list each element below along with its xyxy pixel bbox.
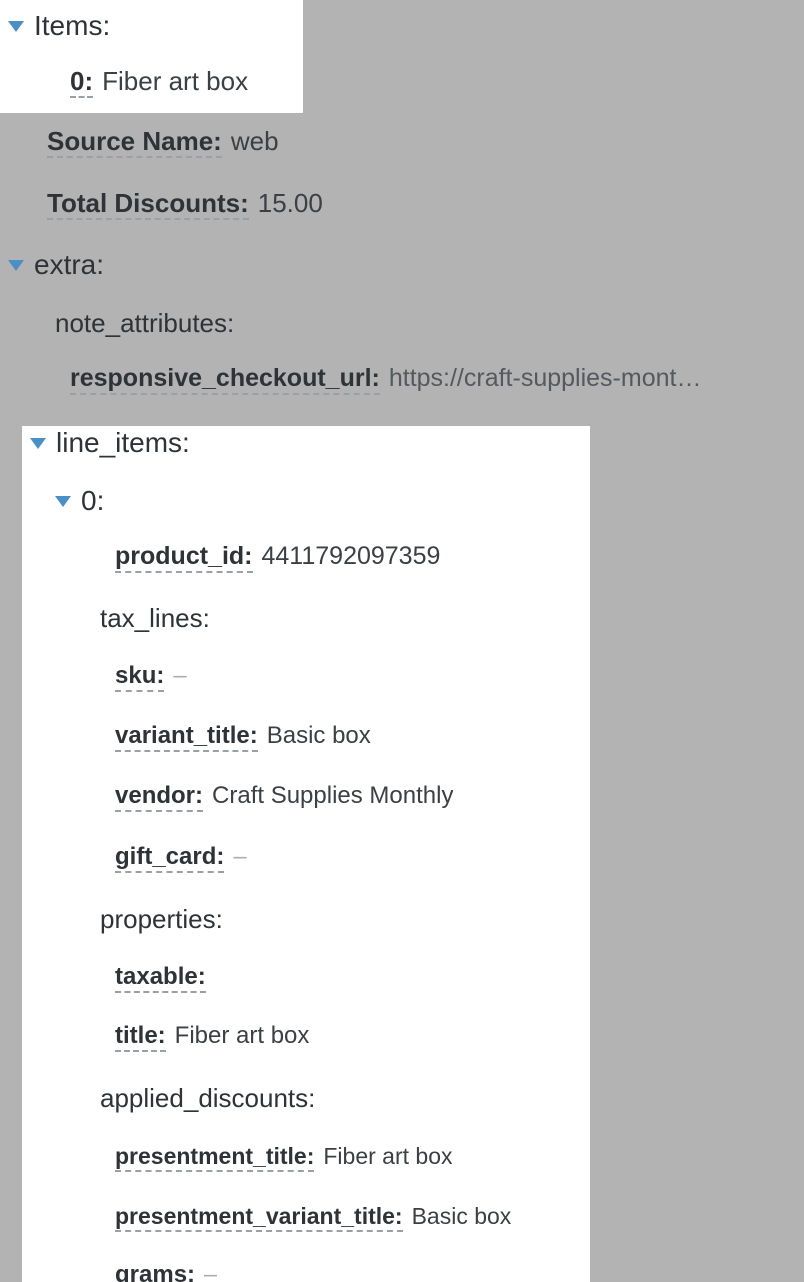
field-title-value: Fiber art box (174, 1024, 310, 1048)
tree-node-items-label: Items: (34, 10, 111, 41)
field-source-name[interactable]: Source Name: web (47, 128, 279, 158)
field-variant-title-value: Basic box (266, 724, 371, 748)
tree-node-line-items-label: line_items: (56, 427, 190, 458)
field-sku[interactable]: sku: – (115, 664, 187, 692)
caret-down-icon[interactable] (8, 260, 24, 271)
field-grams[interactable]: grams: – (115, 1263, 217, 1282)
caret-down-icon[interactable] (30, 438, 46, 449)
field-responsive-checkout-url-key: responsive_checkout_url: (70, 366, 380, 395)
json-tree-viewer: Items: 0: Fiber art box Source Name: web… (0, 0, 804, 1282)
field-gift-card[interactable]: gift_card: – (115, 845, 247, 873)
tree-node-note-attributes[interactable]: note_attributes: (55, 310, 234, 336)
field-taxable[interactable]: taxable: (115, 965, 215, 993)
field-vendor-key: vendor: (115, 784, 204, 812)
field-variant-title[interactable]: variant_title: Basic box (115, 724, 371, 752)
tree-node-note-attributes-label: note_attributes: (55, 308, 235, 338)
field-presentment-title-key: presentment_title: (115, 1145, 315, 1172)
field-product-id[interactable]: product_id: 4411792097359 (115, 544, 440, 573)
group-tax-lines-label: tax_lines: (100, 603, 210, 633)
caret-down-icon[interactable] (8, 21, 24, 32)
field-title-key: title: (115, 1024, 166, 1052)
field-total-discounts-key: Total Discounts: (47, 188, 249, 220)
field-source-name-key: Source Name: (47, 126, 222, 158)
field-gift-card-value: – (233, 845, 247, 869)
group-properties[interactable]: properties: (100, 906, 223, 932)
field-total-discounts-value: 15.00 (257, 190, 323, 216)
tree-node-extra[interactable]: extra: (8, 251, 104, 279)
field-product-id-key: product_id: (115, 544, 253, 573)
field-product-id-value: 4411792097359 (261, 544, 441, 569)
field-title[interactable]: title: Fiber art box (115, 1024, 309, 1052)
field-taxable-key: taxable: (115, 965, 206, 993)
field-source-name-value: web (230, 128, 279, 154)
field-responsive-checkout-url[interactable]: responsive_checkout_url: https://craft-s… (70, 366, 701, 395)
field-presentment-variant-title-value: Basic box (411, 1205, 512, 1228)
field-gift-card-key: gift_card: (115, 845, 225, 873)
field-variant-title-key: variant_title: (115, 724, 258, 752)
field-sku-value: – (173, 664, 187, 688)
items-entry-0-value: Fiber art box (102, 68, 249, 94)
group-applied-discounts-label: applied_discounts: (100, 1083, 316, 1113)
field-total-discounts[interactable]: Total Discounts: 15.00 (47, 190, 323, 220)
tree-node-items[interactable]: Items: (8, 12, 110, 40)
group-tax-lines[interactable]: tax_lines: (100, 605, 210, 631)
field-grams-value: – (204, 1263, 218, 1282)
field-presentment-title[interactable]: presentment_title: Fiber art box (115, 1145, 452, 1172)
group-properties-label: properties: (100, 904, 223, 934)
group-applied-discounts[interactable]: applied_discounts: (100, 1085, 315, 1111)
field-sku-key: sku: (115, 664, 165, 692)
field-presentment-title-value: Fiber art box (323, 1145, 453, 1168)
field-responsive-checkout-url-value: https://craft-supplies-mont… (388, 366, 702, 391)
tree-node-line-item-0-label: 0: (81, 485, 105, 516)
field-vendor-value: Craft Supplies Monthly (212, 784, 454, 808)
items-entry-0[interactable]: 0: Fiber art box (70, 68, 248, 98)
tree-node-line-item-0[interactable]: 0: (55, 487, 104, 515)
caret-down-icon[interactable] (55, 496, 71, 507)
tree-node-extra-label: extra: (34, 249, 105, 280)
field-presentment-variant-title[interactable]: presentment_variant_title: Basic box (115, 1205, 511, 1232)
tree-node-line-items[interactable]: line_items: (30, 429, 190, 457)
field-vendor[interactable]: vendor: Craft Supplies Monthly (115, 784, 453, 812)
items-entry-0-key: 0: (70, 66, 94, 98)
field-grams-key: grams: (115, 1263, 195, 1282)
field-presentment-variant-title-key: presentment_variant_title: (115, 1205, 403, 1232)
